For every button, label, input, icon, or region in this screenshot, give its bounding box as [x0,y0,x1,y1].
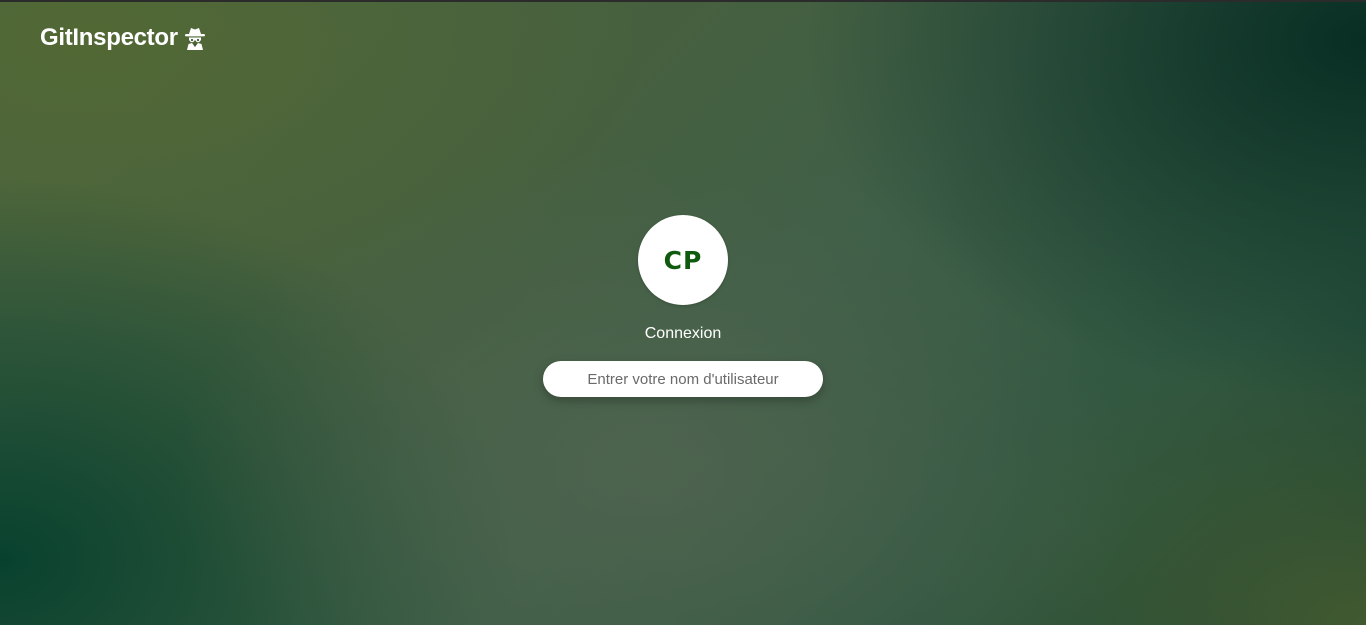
window-top-border [0,0,1366,2]
login-title: Connexion [644,325,722,342]
app-brand: GitInspector [40,24,206,52]
spy-icon [184,26,206,50]
app-title: GitInspector [40,24,178,51]
username-input[interactable] [543,361,823,397]
login-panel: CP Connexion [0,215,1366,397]
avatar-initials: CP [663,245,703,275]
avatar: CP [638,215,728,305]
